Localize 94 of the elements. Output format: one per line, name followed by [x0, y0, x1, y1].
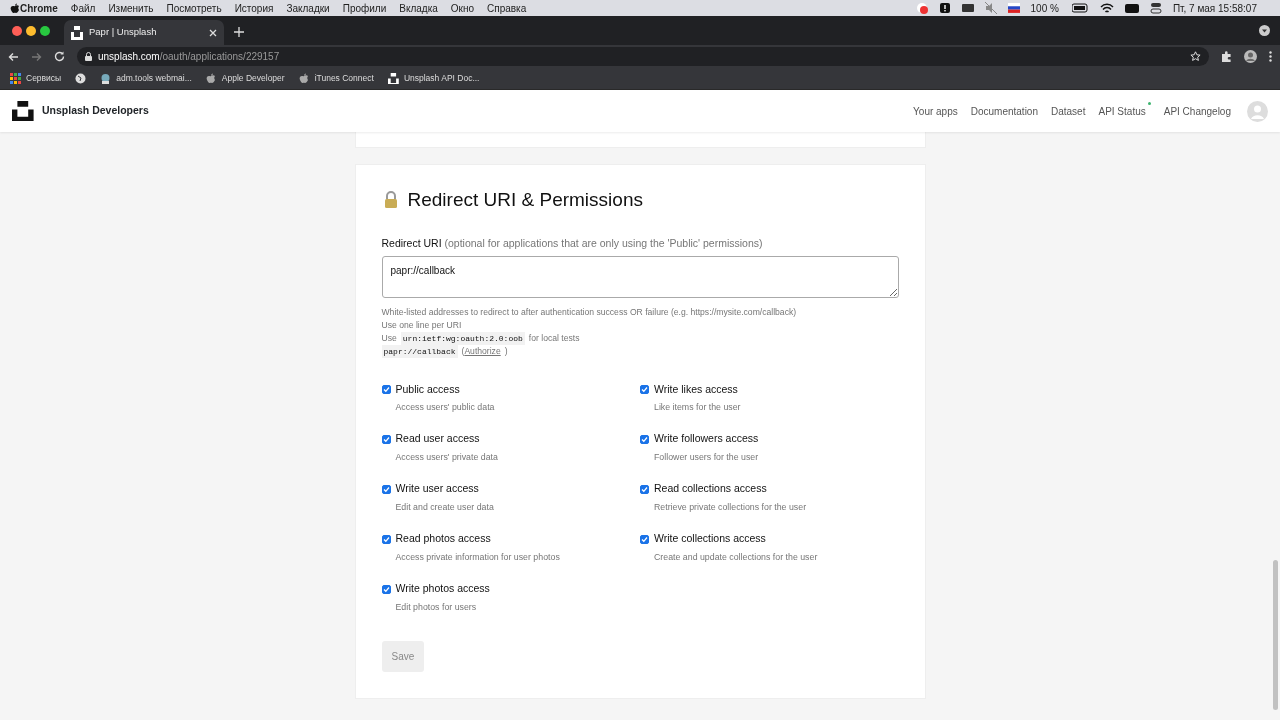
menu-item[interactable]: Закладки	[286, 0, 330, 16]
permission-label: Write followers access	[654, 431, 759, 447]
permission-description: Like items for the user	[654, 401, 742, 415]
tab-title: Papr | Unsplash	[89, 25, 158, 40]
help-text: for local tests	[528, 331, 580, 345]
bookmark-link[interactable]: Unsplash API Doc...	[403, 72, 480, 85]
menu-item[interactable]: Изменить	[108, 0, 154, 16]
lock-icon	[85, 52, 92, 61]
display-icon[interactable]	[961, 2, 974, 14]
star-icon[interactable]	[1190, 51, 1201, 62]
redirect-uri-field[interactable]: papr://callback	[381, 255, 899, 298]
reload-icon[interactable]	[54, 51, 65, 62]
dropdown-icon[interactable]	[1259, 25, 1270, 36]
checkbox[interactable]	[640, 434, 649, 444]
checkbox[interactable]	[381, 484, 391, 494]
apps-grid-icon	[10, 73, 21, 84]
checkbox[interactable]	[381, 434, 391, 444]
puzzle-icon[interactable]	[1221, 51, 1232, 62]
field-label: Redirect URI (optional for applications that are only using the 'Public' permissions)	[381, 235, 764, 251]
new-tab-icon[interactable]	[234, 27, 244, 37]
site-brand[interactable]: Unsplash Developers	[42, 103, 149, 119]
permission-label: Read user access	[395, 431, 480, 447]
bookmark-link[interactable]: iTunes Connect	[314, 72, 374, 85]
forward-icon[interactable]	[31, 51, 42, 62]
permission-description: Access private information for user photos	[395, 551, 561, 565]
battery-icon[interactable]	[1071, 2, 1089, 14]
unsplash-logo-icon	[71, 25, 83, 40]
permission-label: Read photos access	[395, 531, 491, 547]
authorize-link[interactable]: Authorize	[464, 344, 501, 358]
checkbox[interactable]	[381, 534, 391, 544]
menu-item[interactable]: Файл	[70, 0, 96, 16]
clock[interactable]: Пт, 7 мая 15:58:07	[1172, 0, 1257, 16]
permission-description: Edit and create user data	[395, 501, 495, 515]
menu-item[interactable]: Окно	[450, 0, 475, 16]
notification-icon[interactable]	[915, 2, 928, 14]
permission-label: Read collections access	[654, 481, 767, 497]
back-icon[interactable]	[8, 51, 19, 62]
section-title: Redirect URI & Permissions	[407, 189, 643, 212]
permission-description: Edit photos for users	[395, 601, 478, 615]
nav-link[interactable]: Documentation	[970, 103, 1038, 119]
help-text: (	[461, 344, 465, 358]
menu-item[interactable]: Вкладка	[399, 0, 438, 16]
close-icon[interactable]	[209, 28, 217, 37]
bookmark-link[interactable]: adm.tools webmai...	[116, 72, 192, 85]
bookmark-link[interactable]: Сервисы	[26, 72, 62, 85]
apple-icon	[298, 73, 310, 84]
app-name[interactable]: Chrome	[20, 0, 58, 16]
nav-link[interactable]: API Changelog	[1163, 103, 1231, 119]
menu-item[interactable]: Справка	[487, 0, 527, 16]
avatar-icon[interactable]	[1244, 50, 1257, 63]
more-icon[interactable]	[1269, 51, 1272, 62]
flag-icon[interactable]	[1007, 2, 1020, 14]
apple-icon[interactable]	[10, 2, 20, 14]
permission-label: Write photos access	[395, 581, 490, 597]
wifi-icon[interactable]	[1099, 2, 1114, 14]
menu-item[interactable]: Профили	[342, 0, 387, 16]
checkbox[interactable]	[640, 534, 649, 544]
help-text: Use	[381, 331, 397, 345]
permission-label: Write user access	[395, 481, 479, 497]
permission-label: Write collections access	[654, 531, 766, 547]
checkbox[interactable]	[640, 484, 649, 494]
site-icon	[100, 73, 112, 84]
browser-tab[interactable]: Papr | Unsplash	[64, 20, 224, 45]
window-controls-drawing[interactable]	[10, 24, 52, 38]
menu-item[interactable]: Посмотреть	[166, 0, 222, 16]
unsplash-logo-icon[interactable]	[12, 101, 34, 121]
unsplash-logo-icon	[387, 73, 399, 84]
keyboard-icon[interactable]	[1124, 2, 1139, 14]
menu-item[interactable]: История	[234, 0, 274, 16]
apple-icon	[205, 73, 217, 84]
help-text: Use one line per URI	[381, 318, 462, 332]
permission-label: Public access	[395, 381, 460, 397]
permission-description: Retrieve private collections for the user	[654, 501, 808, 515]
nav-link[interactable]: Dataset	[1051, 103, 1086, 119]
permission-description: Access users' public data	[395, 401, 496, 415]
nav-link[interactable]: Your apps	[913, 103, 958, 119]
checkbox[interactable]	[640, 384, 649, 394]
scrollbar-thumb[interactable]	[1273, 560, 1278, 710]
battery-percent: 100 %	[1030, 1, 1059, 16]
checkbox[interactable]	[381, 584, 391, 594]
muted-speaker-icon[interactable]	[984, 2, 997, 14]
alert-icon[interactable]	[938, 2, 951, 14]
nav-link[interactable]: API Status	[1098, 103, 1151, 119]
permission-description: Follower users for the user	[654, 451, 760, 465]
globe-icon[interactable]	[75, 73, 87, 84]
help-text: White-listed addresses to redirect to after authentication success OR failure (e.g. https://mysite.com/callback)	[381, 305, 797, 319]
bookmark-link[interactable]: Apple Developer	[221, 72, 285, 85]
permission-description: Access users' private data	[395, 451, 499, 465]
permission-label: Write likes access	[654, 381, 738, 397]
help-text: )	[504, 344, 508, 358]
toggle-icon[interactable]	[1149, 2, 1162, 14]
code-snippet: urn:ietf:wg:oauth:2.0:oob	[400, 331, 525, 345]
checkbox[interactable]	[381, 384, 391, 394]
permission-description: Create and update collections for the user	[654, 551, 819, 565]
